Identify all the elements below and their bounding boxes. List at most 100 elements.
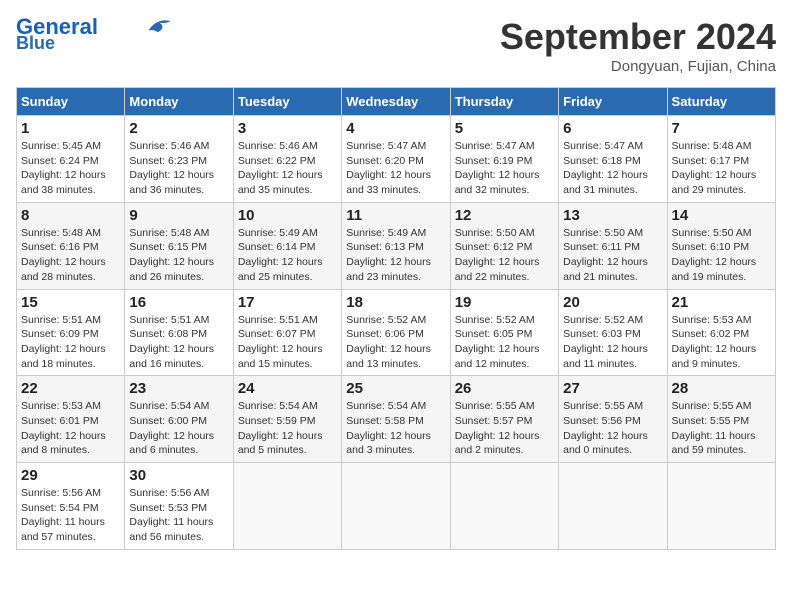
page-header: General Blue September 2024 Dongyuan, Fu… [16,16,776,75]
day-cell: 23 Sunrise: 5:54 AM Sunset: 6:00 PM Dayli… [125,376,233,463]
day-number: 6 [563,120,662,137]
weekday-header-sunday: Sunday [17,88,125,116]
day-cell: 9 Sunrise: 5:48 AM Sunset: 6:15 PM Daylig… [125,202,233,289]
weekday-header-tuesday: Tuesday [233,88,341,116]
location: Dongyuan, Fujian, China [500,58,776,75]
day-number: 9 [129,207,228,224]
day-number: 21 [672,294,771,311]
day-cell: 14 Sunrise: 5:50 AM Sunset: 6:10 PM Dayli… [667,202,775,289]
day-number: 1 [21,120,120,137]
day-detail: Sunrise: 5:47 AM Sunset: 6:19 PM Dayligh… [455,139,554,198]
day-detail: Sunrise: 5:54 AM Sunset: 6:00 PM Dayligh… [129,399,228,458]
day-cell: 3 Sunrise: 5:46 AM Sunset: 6:22 PM Daylig… [233,116,341,203]
day-detail: Sunrise: 5:53 AM Sunset: 6:01 PM Dayligh… [21,399,120,458]
day-cell [342,463,450,550]
day-cell: 2 Sunrise: 5:46 AM Sunset: 6:23 PM Daylig… [125,116,233,203]
weekday-header-row: SundayMondayTuesdayWednesdayThursdayFrid… [17,88,776,116]
day-number: 22 [21,380,120,397]
day-cell: 5 Sunrise: 5:47 AM Sunset: 6:19 PM Daylig… [450,116,558,203]
day-cell: 16 Sunrise: 5:51 AM Sunset: 6:08 PM Dayli… [125,289,233,376]
day-detail: Sunrise: 5:48 AM Sunset: 6:15 PM Dayligh… [129,226,228,285]
day-number: 11 [346,207,445,224]
day-number: 3 [238,120,337,137]
day-number: 18 [346,294,445,311]
day-number: 2 [129,120,228,137]
weekday-header-wednesday: Wednesday [342,88,450,116]
day-number: 15 [21,294,120,311]
day-cell [667,463,775,550]
week-row-5: 29 Sunrise: 5:56 AM Sunset: 5:54 PM Dayli… [17,463,776,550]
day-cell: 22 Sunrise: 5:53 AM Sunset: 6:01 PM Dayli… [17,376,125,463]
day-cell: 4Sunrise: 5:47 AM Sunset: 6:20 PM Daylig… [342,116,450,203]
weekday-header-monday: Monday [125,88,233,116]
weekday-header-saturday: Saturday [667,88,775,116]
day-number: 26 [455,380,554,397]
day-detail: Sunrise: 5:48 AM Sunset: 6:17 PM Dayligh… [672,139,771,198]
weekday-header-thursday: Thursday [450,88,558,116]
week-row-1: 1 Sunrise: 5:45 AM Sunset: 6:24 PM Daylig… [17,116,776,203]
day-detail: Sunrise: 5:55 AM Sunset: 5:56 PM Dayligh… [563,399,662,458]
day-number: 12 [455,207,554,224]
day-number: 29 [21,467,120,484]
day-detail: Sunrise: 5:51 AM Sunset: 6:08 PM Dayligh… [129,313,228,372]
month-title: September 2024 [500,16,776,58]
day-number: 16 [129,294,228,311]
day-cell [559,463,667,550]
day-cell: 25Sunrise: 5:54 AM Sunset: 5:58 PM Dayli… [342,376,450,463]
day-number: 23 [129,380,228,397]
day-detail: Sunrise: 5:52 AM Sunset: 6:03 PM Dayligh… [563,313,662,372]
day-number: 5 [455,120,554,137]
day-cell: 15Sunrise: 5:51 AM Sunset: 6:09 PM Dayli… [17,289,125,376]
day-cell: 12 Sunrise: 5:50 AM Sunset: 6:12 PM Dayli… [450,202,558,289]
day-cell: 28Sunrise: 5:55 AM Sunset: 5:55 PM Dayli… [667,376,775,463]
day-detail: Sunrise: 5:47 AM Sunset: 6:20 PM Dayligh… [346,139,445,198]
day-detail: Sunrise: 5:52 AM Sunset: 6:06 PM Dayligh… [346,313,445,372]
day-cell: 7 Sunrise: 5:48 AM Sunset: 6:17 PM Daylig… [667,116,775,203]
day-cell: 26 Sunrise: 5:55 AM Sunset: 5:57 PM Dayli… [450,376,558,463]
day-cell: 30Sunrise: 5:56 AM Sunset: 5:53 PM Dayli… [125,463,233,550]
day-detail: Sunrise: 5:56 AM Sunset: 5:54 PM Dayligh… [21,486,120,545]
day-cell: 24Sunrise: 5:54 AM Sunset: 5:59 PM Dayli… [233,376,341,463]
day-number: 17 [238,294,337,311]
day-cell: 8 Sunrise: 5:48 AM Sunset: 6:16 PM Daylig… [17,202,125,289]
day-cell [450,463,558,550]
day-detail: Sunrise: 5:50 AM Sunset: 6:11 PM Dayligh… [563,226,662,285]
logo-text-blue: Blue [16,34,55,52]
day-number: 30 [129,467,228,484]
day-cell: 19 Sunrise: 5:52 AM Sunset: 6:05 PM Dayli… [450,289,558,376]
day-detail: Sunrise: 5:50 AM Sunset: 6:10 PM Dayligh… [672,226,771,285]
day-detail: Sunrise: 5:49 AM Sunset: 6:14 PM Dayligh… [238,226,337,285]
day-number: 8 [21,207,120,224]
day-detail: Sunrise: 5:55 AM Sunset: 5:57 PM Dayligh… [455,399,554,458]
day-detail: Sunrise: 5:54 AM Sunset: 5:59 PM Dayligh… [238,399,337,458]
day-number: 14 [672,207,771,224]
day-detail: Sunrise: 5:46 AM Sunset: 6:23 PM Dayligh… [129,139,228,198]
day-detail: Sunrise: 5:46 AM Sunset: 6:22 PM Dayligh… [238,139,337,198]
day-detail: Sunrise: 5:48 AM Sunset: 6:16 PM Dayligh… [21,226,120,285]
day-detail: Sunrise: 5:51 AM Sunset: 6:07 PM Dayligh… [238,313,337,372]
week-row-2: 8 Sunrise: 5:48 AM Sunset: 6:16 PM Daylig… [17,202,776,289]
day-cell: 6Sunrise: 5:47 AM Sunset: 6:18 PM Daylig… [559,116,667,203]
day-cell: 20Sunrise: 5:52 AM Sunset: 6:03 PM Dayli… [559,289,667,376]
day-number: 13 [563,207,662,224]
day-cell: 10Sunrise: 5:49 AM Sunset: 6:14 PM Dayli… [233,202,341,289]
weekday-header-friday: Friday [559,88,667,116]
day-cell: 1 Sunrise: 5:45 AM Sunset: 6:24 PM Daylig… [17,116,125,203]
day-detail: Sunrise: 5:49 AM Sunset: 6:13 PM Dayligh… [346,226,445,285]
day-number: 25 [346,380,445,397]
day-cell: 17 Sunrise: 5:51 AM Sunset: 6:07 PM Dayli… [233,289,341,376]
day-number: 19 [455,294,554,311]
day-cell: 29 Sunrise: 5:56 AM Sunset: 5:54 PM Dayli… [17,463,125,550]
day-cell: 13 Sunrise: 5:50 AM Sunset: 6:11 PM Dayli… [559,202,667,289]
day-number: 7 [672,120,771,137]
day-number: 27 [563,380,662,397]
day-detail: Sunrise: 5:50 AM Sunset: 6:12 PM Dayligh… [455,226,554,285]
logo-bird-icon [142,15,174,35]
day-detail: Sunrise: 5:52 AM Sunset: 6:05 PM Dayligh… [455,313,554,372]
day-detail: Sunrise: 5:53 AM Sunset: 6:02 PM Dayligh… [672,313,771,372]
day-detail: Sunrise: 5:55 AM Sunset: 5:55 PM Dayligh… [672,399,771,458]
day-detail: Sunrise: 5:45 AM Sunset: 6:24 PM Dayligh… [21,139,120,198]
day-cell [233,463,341,550]
day-cell: 27 Sunrise: 5:55 AM Sunset: 5:56 PM Dayli… [559,376,667,463]
day-cell: 11 Sunrise: 5:49 AM Sunset: 6:13 PM Dayli… [342,202,450,289]
